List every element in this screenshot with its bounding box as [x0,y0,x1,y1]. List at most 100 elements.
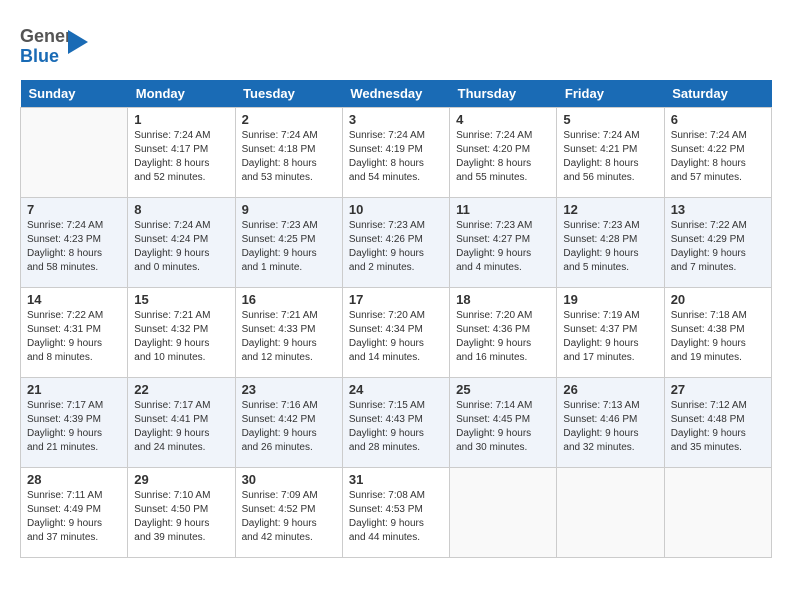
daylight-text: Daylight: 9 hours and 16 minutes. [456,338,531,363]
daylight-text: Daylight: 8 hours and 55 minutes. [456,158,531,183]
cell-info: Sunrise: 7:24 AMSunset: 4:23 PMDaylight:… [27,219,121,275]
sunset-text: Sunset: 4:50 PM [134,504,208,515]
sunrise-text: Sunrise: 7:21 AM [242,310,318,321]
daylight-text: Daylight: 9 hours and 32 minutes. [563,428,638,453]
sunrise-text: Sunrise: 7:23 AM [456,220,532,231]
calendar-cell: 4Sunrise: 7:24 AMSunset: 4:20 PMDaylight… [450,108,557,198]
sunrise-text: Sunrise: 7:11 AM [27,490,102,501]
calendar-cell: 2Sunrise: 7:24 AMSunset: 4:18 PMDaylight… [235,108,342,198]
sunset-text: Sunset: 4:53 PM [349,504,423,515]
day-number: 24 [349,382,443,397]
calendar-week-2: 7Sunrise: 7:24 AMSunset: 4:23 PMDaylight… [21,198,772,288]
calendar-cell [21,108,128,198]
calendar-cell: 21Sunrise: 7:17 AMSunset: 4:39 PMDayligh… [21,378,128,468]
sunset-text: Sunset: 4:37 PM [563,324,637,335]
weekday-thursday: Thursday [450,80,557,108]
cell-info: Sunrise: 7:24 AMSunset: 4:20 PMDaylight:… [456,129,550,185]
sunrise-text: Sunrise: 7:24 AM [671,130,747,141]
day-number: 30 [242,472,336,487]
cell-info: Sunrise: 7:23 AMSunset: 4:26 PMDaylight:… [349,219,443,275]
calendar-week-4: 21Sunrise: 7:17 AMSunset: 4:39 PMDayligh… [21,378,772,468]
sunset-text: Sunset: 4:42 PM [242,414,316,425]
calendar-cell: 20Sunrise: 7:18 AMSunset: 4:38 PMDayligh… [664,288,771,378]
sunset-text: Sunset: 4:28 PM [563,234,637,245]
day-number: 23 [242,382,336,397]
day-number: 31 [349,472,443,487]
sunset-text: Sunset: 4:25 PM [242,234,316,245]
calendar-cell: 17 Sunrise: 7:20 AMSunset: 4:34 PMDayligh… [342,288,449,378]
day-number: 22 [134,382,228,397]
day-number: 9 [242,202,336,217]
day-number: 19 [563,292,657,307]
sunrise-text: Sunrise: 7:08 AM [349,490,425,501]
daylight-text: Daylight: 9 hours and 39 minutes. [134,518,209,543]
calendar-cell: 8 Sunrise: 7:24 AMSunset: 4:24 PMDaylight… [128,198,235,288]
daylight-text: Daylight: 9 hours and 4 minutes. [456,248,531,273]
cell-info: Sunrise: 7:17 AMSunset: 4:39 PMDaylight:… [27,399,121,455]
cell-info: Sunrise: 7:12 AMSunset: 4:48 PMDaylight:… [671,399,765,455]
day-number: 11 [456,202,550,217]
sunrise-text: Sunrise: 7:24 AM [563,130,639,141]
sunrise-text: Sunrise: 7:22 AM [671,220,747,231]
daylight-text: Daylight: 9 hours and 2 minutes. [349,248,424,273]
calendar-cell: 29Sunrise: 7:10 AMSunset: 4:50 PMDayligh… [128,468,235,558]
sunset-text: Sunset: 4:39 PM [27,414,101,425]
weekday-header-row: SundayMondayTuesdayWednesdayThursdayFrid… [21,80,772,108]
cell-info: Sunrise: 7:24 AMSunset: 4:17 PMDaylight:… [134,129,228,185]
day-number: 20 [671,292,765,307]
daylight-text: Daylight: 9 hours and 24 minutes. [134,428,209,453]
sunset-text: Sunset: 4:41 PM [134,414,208,425]
daylight-text: Daylight: 9 hours and 35 minutes. [671,428,746,453]
cell-info: Sunrise: 7:21 AMSunset: 4:32 PMDaylight:… [134,309,228,365]
daylight-text: Daylight: 8 hours and 54 minutes. [349,158,424,183]
sunset-text: Sunset: 4:34 PM [349,324,423,335]
calendar-cell: 3Sunrise: 7:24 AMSunset: 4:19 PMDaylight… [342,108,449,198]
day-number: 18 [456,292,550,307]
daylight-text: Daylight: 9 hours and 19 minutes. [671,338,746,363]
sunset-text: Sunset: 4:27 PM [456,234,530,245]
svg-text:Blue: Blue [20,46,59,66]
sunset-text: Sunset: 4:49 PM [27,504,101,515]
day-number: 14 [27,292,121,307]
calendar-week-5: 28Sunrise: 7:11 AMSunset: 4:49 PMDayligh… [21,468,772,558]
sunrise-text: Sunrise: 7:22 AM [27,310,103,321]
svg-text:General: General [20,26,68,46]
day-number: 17 [349,292,443,307]
sunset-text: Sunset: 4:36 PM [456,324,530,335]
sunrise-text: Sunrise: 7:24 AM [349,130,425,141]
weekday-monday: Monday [128,80,235,108]
cell-info: Sunrise: 7:22 AMSunset: 4:31 PMDaylight:… [27,309,121,365]
cell-info: Sunrise: 7:16 AMSunset: 4:42 PMDaylight:… [242,399,336,455]
sunrise-text: Sunrise: 7:16 AM [242,400,318,411]
cell-info: Sunrise: 7:24 AMSunset: 4:24 PMDaylight:… [134,219,228,275]
sunset-text: Sunset: 4:46 PM [563,414,637,425]
day-number: 10 [349,202,443,217]
calendar-cell: 24Sunrise: 7:15 AMSunset: 4:43 PMDayligh… [342,378,449,468]
sunset-text: Sunset: 4:43 PM [349,414,423,425]
sunrise-text: Sunrise: 7:24 AM [134,130,210,141]
page-header: General Blue [20,20,772,70]
cell-info: Sunrise: 7:14 AMSunset: 4:45 PMDaylight:… [456,399,550,455]
sunrise-text: Sunrise: 7:12 AM [671,400,747,411]
daylight-text: Daylight: 8 hours and 52 minutes. [134,158,209,183]
calendar-cell: 18 Sunrise: 7:20 AMSunset: 4:36 PMDayligh… [450,288,557,378]
daylight-text: Daylight: 9 hours and 21 minutes. [27,428,102,453]
sunset-text: Sunset: 4:33 PM [242,324,316,335]
calendar-cell: 9Sunrise: 7:23 AMSunset: 4:25 PMDaylight… [235,198,342,288]
day-number: 15 [134,292,228,307]
sunrise-text: Sunrise: 7:23 AM [349,220,425,231]
calendar-cell: 1Sunrise: 7:24 AMSunset: 4:17 PMDaylight… [128,108,235,198]
weekday-friday: Friday [557,80,664,108]
calendar-cell: 7Sunrise: 7:24 AMSunset: 4:23 PMDaylight… [21,198,128,288]
sunset-text: Sunset: 4:24 PM [134,234,208,245]
cell-info: Sunrise: 7:20 AMSunset: 4:34 PMDaylight:… [349,309,443,365]
cell-info: Sunrise: 7:23 AMSunset: 4:28 PMDaylight:… [563,219,657,275]
daylight-text: Daylight: 9 hours and 12 minutes. [242,338,317,363]
weekday-tuesday: Tuesday [235,80,342,108]
cell-info: Sunrise: 7:22 AMSunset: 4:29 PMDaylight:… [671,219,765,275]
day-number: 8 [134,202,228,217]
sunset-text: Sunset: 4:18 PM [242,144,316,155]
calendar-body: 1Sunrise: 7:24 AMSunset: 4:17 PMDaylight… [21,108,772,558]
calendar-cell: 25Sunrise: 7:14 AMSunset: 4:45 PMDayligh… [450,378,557,468]
cell-info: Sunrise: 7:20 AMSunset: 4:36 PMDaylight:… [456,309,550,365]
